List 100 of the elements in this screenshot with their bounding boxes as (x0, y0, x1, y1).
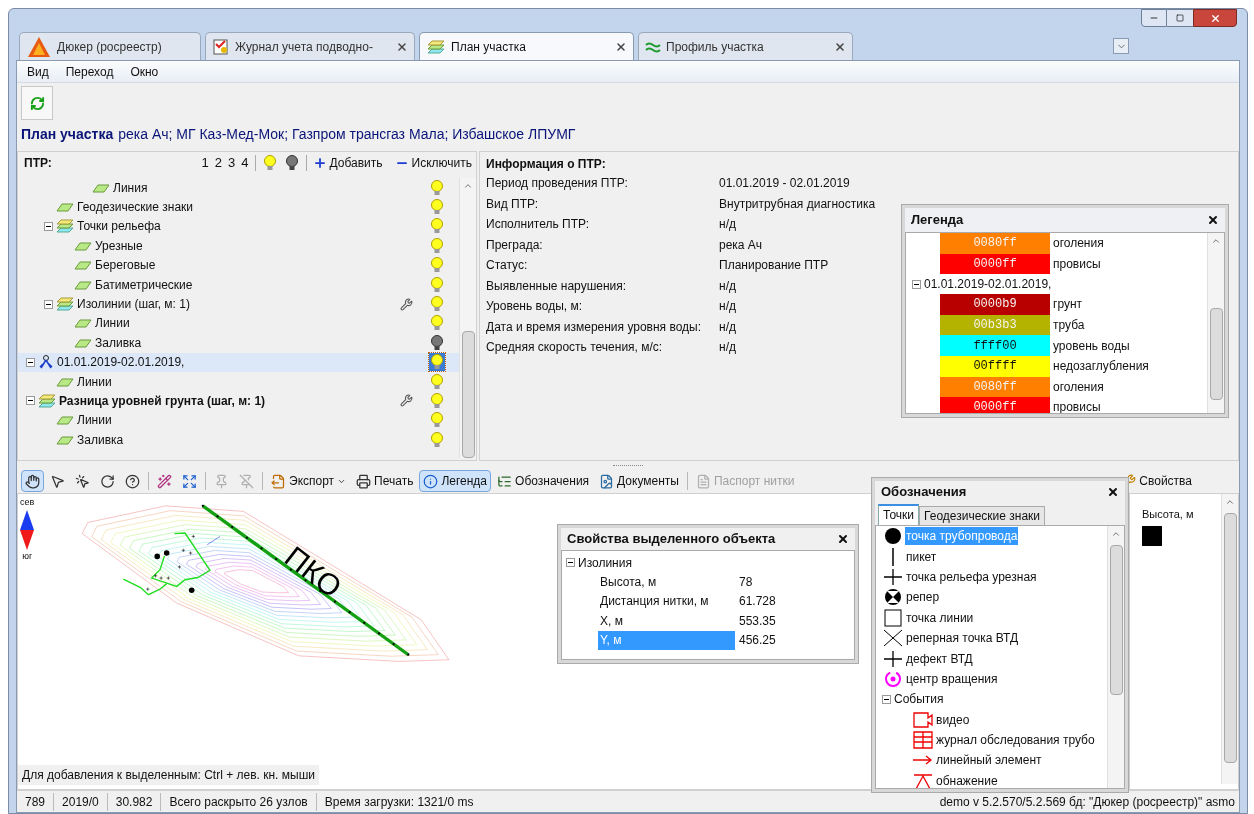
lit-bulb-icon[interactable] (429, 198, 445, 217)
close-icon[interactable] (396, 40, 408, 53)
property-name[interactable]: Дистанция нитки, м (598, 591, 735, 611)
tree-item[interactable]: Изолинии (шаг, м: 1) (18, 294, 459, 314)
info-label: Статус: (486, 257, 529, 275)
lit-bulb-icon[interactable] (429, 392, 445, 410)
exclude-button[interactable]: Исключить (394, 154, 472, 172)
tree-item[interactable]: Береговые (18, 255, 459, 275)
tree-item-label: Заливка (95, 334, 142, 352)
collapse-icon[interactable] (44, 299, 53, 309)
pointer-icon (50, 473, 65, 489)
collapse-icon[interactable] (566, 558, 575, 567)
level-link[interactable]: 3 (228, 153, 236, 173)
scrollbar[interactable] (1107, 526, 1124, 788)
property-group-label[interactable]: Изолиния (578, 553, 632, 572)
toolbar-button[interactable]: Экспорт (267, 470, 351, 492)
tab-list-button[interactable] (1113, 38, 1129, 54)
panel-tab[interactable]: Геодезические знаки (919, 506, 1046, 525)
lit-bulb-icon[interactable] (429, 256, 445, 275)
panel-tab[interactable]: Точки (878, 504, 919, 525)
wrench-icon[interactable] (399, 394, 413, 408)
toolbar-button[interactable]: Легенда (419, 470, 492, 492)
scroll-up-icon[interactable] (1211, 236, 1221, 246)
menu-item[interactable]: Переход (65, 62, 114, 81)
tree-item[interactable]: Линия (18, 178, 459, 198)
symbol-label[interactable]: центр вращения (905, 669, 999, 688)
help-icon (125, 473, 140, 489)
document-tab[interactable]: План участка (419, 32, 634, 60)
close-icon[interactable] (837, 533, 849, 545)
toolbar-button[interactable]: Документы (595, 470, 683, 492)
collapse-icon[interactable] (26, 357, 35, 367)
symbol-label[interactable]: реперная точка ВТД (905, 629, 1020, 648)
symbol-label[interactable]: репер (905, 588, 941, 607)
close-icon[interactable] (615, 40, 627, 53)
collapse-icon[interactable] (912, 279, 921, 289)
tree-item[interactable]: Урезные (18, 236, 459, 256)
unlit-bulb-icon[interactable] (429, 333, 445, 352)
add-button[interactable]: Добавить (312, 154, 383, 172)
symbol-label[interactable]: пикет (905, 547, 938, 566)
layer-icon (55, 375, 75, 388)
level-link[interactable]: 1 (201, 153, 209, 173)
close-icon[interactable] (1207, 214, 1219, 226)
lit-bulb-icon[interactable] (429, 372, 445, 391)
lit-bulb-icon[interactable] (261, 154, 278, 172)
lit-bulb-icon[interactable] (429, 295, 445, 314)
legend-group-label[interactable]: 01.01.2019-02.01.2019, (924, 275, 1052, 294)
lit-bulb-icon[interactable] (429, 275, 445, 294)
maximize-button[interactable] (1167, 9, 1193, 27)
tree-item[interactable]: Батиметрические (18, 274, 459, 295)
unlit-bulb-icon[interactable] (283, 154, 300, 172)
level-link[interactable]: 4 (241, 153, 249, 173)
tree-item[interactable]: 01.01.2019-02.01.2019, (18, 352, 459, 372)
scroll-up-icon[interactable] (1111, 529, 1121, 539)
symbol-label[interactable]: дефект ВТД (905, 649, 974, 668)
document-tab[interactable]: Дюкер (росреестр) (19, 32, 201, 60)
lit-bulb-icon[interactable] (429, 236, 445, 255)
close-icon[interactable] (1107, 486, 1119, 498)
lit-bulb-icon[interactable] (429, 411, 445, 430)
document-tab[interactable]: Журнал учета подводно- (205, 32, 415, 60)
scrollbar[interactable] (1221, 494, 1238, 784)
toolbar-button[interactable]: Печать (352, 470, 418, 492)
symbol-label[interactable]: видео (935, 710, 971, 729)
minimize-button[interactable] (1141, 9, 1167, 27)
collapse-icon[interactable] (26, 396, 35, 406)
scrollbar[interactable] (459, 178, 476, 458)
menu-item[interactable]: Вид (27, 62, 49, 81)
tree-item[interactable]: Точки рельефа (18, 216, 459, 237)
level-link[interactable]: 2 (214, 153, 223, 173)
symbol-label[interactable]: точка рельефа урезная (905, 567, 1038, 586)
scrollbar[interactable] (1207, 233, 1224, 413)
symbol-label[interactable]: обнажение (935, 771, 999, 788)
close-button[interactable] (1193, 9, 1237, 27)
tree-item[interactable]: Заливка (18, 430, 459, 450)
close-icon[interactable] (834, 40, 846, 53)
tree-item[interactable]: Линии (18, 410, 459, 431)
document-tab[interactable]: Профиль участка (638, 32, 853, 60)
refresh-button[interactable] (21, 86, 53, 120)
symbol-label[interactable]: линейный элемент (935, 751, 1043, 770)
tool-button[interactable] (21, 470, 44, 492)
toolbar-button[interactable]: Обозначения (493, 470, 594, 492)
scroll-up-icon[interactable] (463, 181, 473, 191)
lit-bulb-icon[interactable] (429, 353, 445, 372)
scroll-up-icon[interactable] (1225, 497, 1235, 507)
collapse-icon[interactable] (44, 221, 53, 231)
tree-item[interactable]: Геодезические знаки (18, 197, 459, 217)
property-name[interactable]: X, м (598, 611, 735, 631)
menu-item[interactable]: Окно (130, 62, 159, 81)
tree-item[interactable]: Линии (18, 371, 459, 392)
tree-item[interactable]: Заливка (18, 333, 459, 353)
property-name[interactable]: Высота, м (598, 572, 735, 592)
wrench-icon[interactable] (399, 297, 413, 311)
tree-item[interactable]: Линии (18, 313, 459, 334)
tree-item[interactable]: Разница уровней грунта (шаг, м: 1) (18, 391, 459, 411)
lit-bulb-icon[interactable] (429, 217, 445, 236)
lit-bulb-icon[interactable] (429, 430, 445, 449)
symbol-group-label[interactable]: События (894, 690, 944, 709)
symbol-label[interactable]: точка линии (905, 608, 975, 627)
symbol-label[interactable]: журнал обследования трубо (935, 731, 1096, 750)
collapse-icon[interactable] (882, 694, 891, 704)
lit-bulb-icon[interactable] (429, 178, 445, 197)
